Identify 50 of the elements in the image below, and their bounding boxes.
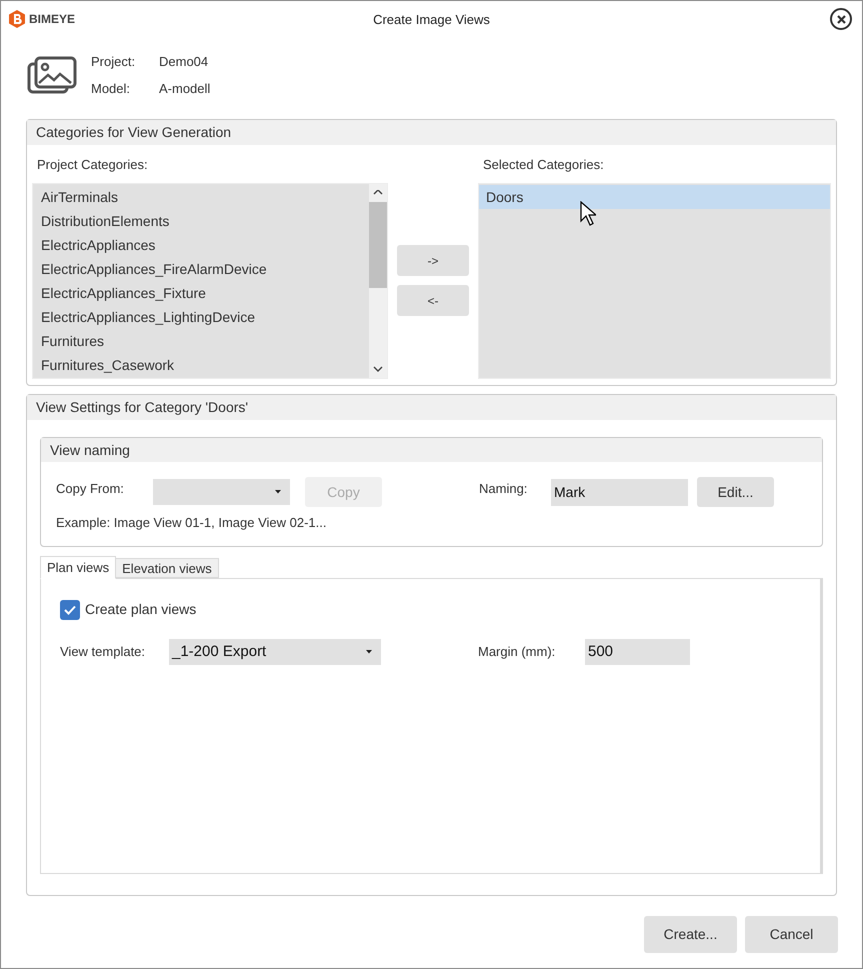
scrollbar[interactable] (369, 184, 387, 378)
info-label: Model: (91, 80, 132, 98)
field-label: Margin (mm): (478, 643, 556, 662)
copy-from-dropdown[interactable] (153, 479, 290, 505)
scroll-up-icon (373, 190, 383, 196)
list-item[interactable]: ElectricAppliances_FireAlarmDevice (33, 257, 369, 281)
dialog-button[interactable]: Cancel (745, 916, 838, 953)
dropdown-caret-icon (275, 490, 281, 494)
close-icon (836, 14, 846, 24)
checkbox[interactable] (60, 600, 80, 620)
list-item[interactable]: ElectricAppliances_LightingDevice (33, 305, 369, 329)
add-button[interactable]: -> (397, 245, 469, 276)
checkbox-label: Create plan views (85, 600, 196, 619)
list-item[interactable]: ElectricAppliances_Fixture (33, 281, 369, 305)
info-value: Demo04 (159, 52, 210, 70)
logo-text: BIMEYE (29, 11, 76, 28)
naming-field[interactable]: Mark (551, 478, 688, 506)
logo-icon (9, 10, 25, 28)
dialog-button[interactable]: Create... (644, 916, 737, 953)
dropdown-caret-icon (366, 650, 372, 654)
list-label: Project Categories: (36, 156, 149, 174)
images-icon (27, 56, 77, 96)
list-item[interactable]: Furnitures (33, 329, 369, 353)
panel-title: View Settings for Category 'Doors' (36, 398, 248, 417)
info-label: Project: (91, 52, 136, 71)
field-label: Copy From: (56, 480, 125, 498)
info-value: A-modell (159, 80, 210, 98)
edit-button[interactable]: Edit... (697, 477, 774, 507)
margin-field[interactable]: 500 (585, 639, 690, 665)
scroll-thumb[interactable] (369, 202, 387, 288)
remove-button[interactable]: <- (397, 285, 469, 316)
panel-title: Categories for View Generation (36, 123, 232, 142)
field-label: View template: (60, 643, 146, 662)
list-item[interactable]: AirTerminals (33, 185, 369, 209)
list-item[interactable]: Doors (479, 185, 830, 209)
list-item[interactable]: Furnitures_Casework (33, 353, 369, 377)
close-button[interactable] (830, 8, 852, 30)
group-title: View naming (50, 440, 130, 460)
field-label: Naming: (479, 480, 528, 498)
tab[interactable]: Plan views (40, 556, 116, 579)
view-template-dropdown[interactable]: _1-200 Export (169, 639, 381, 665)
checkmark-icon (64, 604, 76, 614)
naming-example: Example: Image View 01-1, Image View 02-1... (55, 514, 328, 532)
list-label: Selected Categories: (482, 156, 605, 174)
list-item[interactable]: DistributionElements (33, 209, 369, 233)
list-item[interactable]: ElectricAppliances (33, 233, 369, 257)
tab[interactable]: Elevation views (116, 558, 219, 578)
window-title: Create Image Views (373, 12, 490, 26)
scroll-down-icon (373, 366, 383, 372)
cursor-icon (580, 201, 596, 226)
